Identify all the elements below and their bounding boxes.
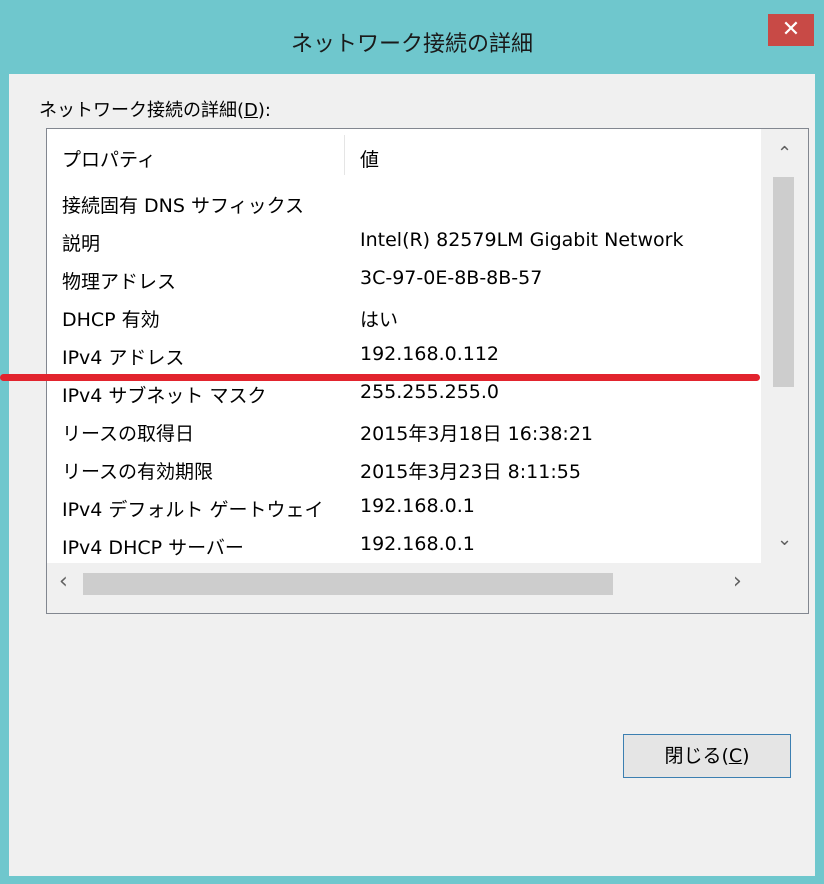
list-item[interactable]: IPv4 アドレス 192.168.0.112 bbox=[47, 337, 761, 375]
list-item[interactable]: 接続固有 DNS サフィックス bbox=[47, 185, 761, 223]
vertical-scrollbar[interactable]: ⌃ ⌄ bbox=[761, 129, 808, 563]
column-header-value[interactable]: 値 bbox=[360, 145, 379, 172]
property-name: DHCP 有効 bbox=[62, 309, 160, 331]
horizontal-scrollbar[interactable]: ‹ › bbox=[47, 563, 761, 613]
list-item[interactable]: リースの取得日 2015年3月18日 16:38:21 bbox=[47, 413, 761, 451]
property-name: 説明 bbox=[62, 233, 101, 255]
property-value: 2015年3月18日 16:38:21 bbox=[360, 423, 593, 445]
details-listview[interactable]: プロパティ 値 接続固有 DNS サフィックス 説明 Intel(R) 82579L… bbox=[46, 128, 809, 614]
property-name: リースの取得日 bbox=[62, 423, 195, 445]
column-divider[interactable] bbox=[344, 135, 345, 175]
property-name: リースの有効期限 bbox=[62, 461, 214, 483]
chevron-down-icon[interactable]: ⌄ bbox=[777, 529, 792, 550]
chevron-right-icon[interactable]: › bbox=[733, 569, 742, 594]
property-value: 192.168.0.1 bbox=[360, 495, 475, 517]
dialog-window: ネットワーク接続の詳細 ✕ ネットワーク接続の詳細(D): プロパティ 値 接続… bbox=[0, 0, 824, 884]
property-value: 192.168.0.1 bbox=[360, 533, 475, 555]
property-value: 255.255.255.0 bbox=[360, 381, 500, 403]
chevron-left-icon[interactable]: ‹ bbox=[59, 569, 68, 594]
property-value: 2015年3月23日 8:11:55 bbox=[360, 461, 581, 483]
property-value: はい bbox=[360, 309, 399, 331]
property-name: IPv4 アドレス bbox=[62, 347, 185, 369]
window-title: ネットワーク接続の詳細 bbox=[290, 32, 533, 57]
list-item[interactable]: IPv4 DHCP サーバー 192.168.0.1 bbox=[47, 527, 761, 565]
red-highlight-underline bbox=[0, 374, 760, 381]
chevron-up-icon[interactable]: ⌃ bbox=[777, 143, 792, 164]
scroll-corner bbox=[761, 563, 808, 613]
property-name: IPv4 DHCP サーバー bbox=[62, 537, 244, 559]
property-name: 物理アドレス bbox=[62, 271, 177, 293]
property-value: 3C-97-0E-8B-8B-57 bbox=[360, 267, 543, 289]
property-name: IPv4 デフォルト ゲートウェイ bbox=[62, 499, 324, 521]
property-value: 192.168.0.112 bbox=[360, 343, 500, 365]
horizontal-scroll-thumb[interactable] bbox=[83, 573, 613, 595]
list-item[interactable]: DHCP 有効 はい bbox=[47, 299, 761, 337]
listview-header: プロパティ 値 bbox=[47, 129, 761, 181]
property-value: Intel(R) 82579LM Gigabit Network bbox=[360, 229, 684, 251]
list-item[interactable]: IPv4 デフォルト ゲートウェイ 192.168.0.1 bbox=[47, 489, 761, 527]
close-button[interactable]: 閉じる(C) bbox=[623, 734, 791, 778]
vertical-scroll-thumb[interactable] bbox=[773, 177, 794, 387]
dialog-client-area: ネットワーク接続の詳細(D): プロパティ 値 接続固有 DNS サフィックス説… bbox=[9, 74, 815, 876]
close-window-button[interactable]: ✕ bbox=[768, 14, 814, 46]
title-bar[interactable]: ネットワーク接続の詳細 ✕ bbox=[0, 0, 824, 74]
details-label: ネットワーク接続の詳細(D): bbox=[39, 100, 271, 121]
property-name: 接続固有 DNS サフィックス bbox=[62, 195, 305, 217]
list-item[interactable]: 物理アドレス 3C-97-0E-8B-8B-57 bbox=[47, 261, 761, 299]
list-item[interactable]: リースの有効期限 2015年3月23日 8:11:55 bbox=[47, 451, 761, 489]
column-header-property[interactable]: プロパティ bbox=[62, 145, 156, 172]
list-item[interactable]: 説明 Intel(R) 82579LM Gigabit Network bbox=[47, 223, 761, 261]
property-name: IPv4 サブネット マスク bbox=[62, 385, 267, 407]
